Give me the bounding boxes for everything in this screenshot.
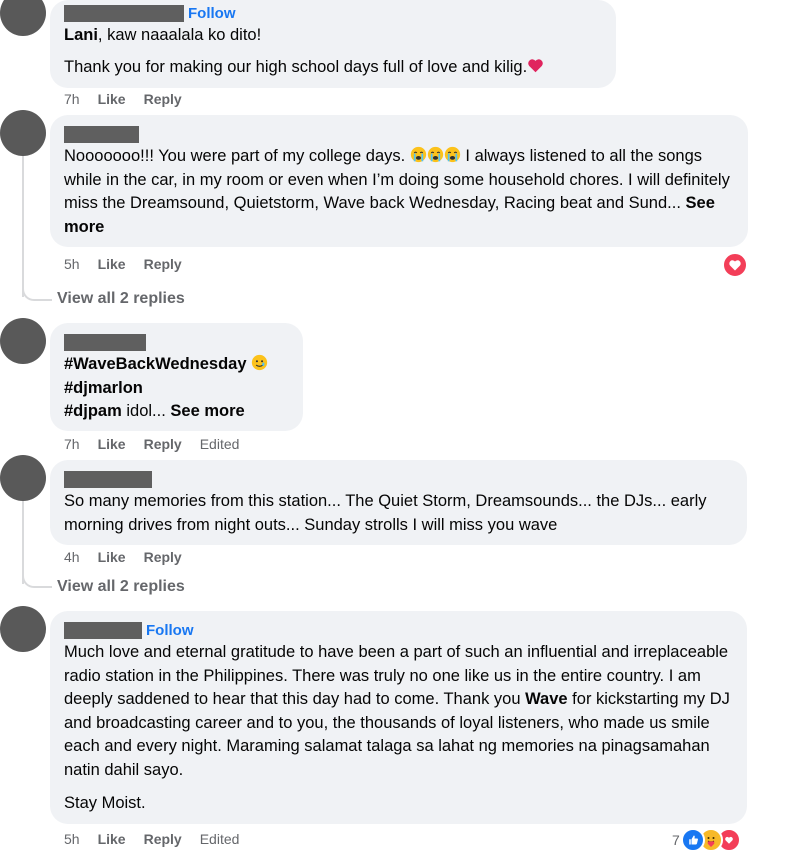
reply-button[interactable]: Reply [144, 436, 182, 452]
edited-label: Edited [199, 831, 240, 847]
view-replies-link[interactable]: View all 2 replies [57, 290, 185, 308]
view-replies-link[interactable]: View all 2 replies [57, 578, 185, 596]
comment-text: idol... [121, 402, 166, 420]
thread-connector [22, 287, 52, 301]
like-button[interactable]: Like [98, 436, 126, 452]
reaction-summary[interactable]: 7 [672, 828, 741, 852]
hashtag-link[interactable]: #WaveBackWednesday [64, 355, 247, 373]
avatar[interactable] [0, 0, 46, 36]
timestamp[interactable]: 5h [64, 831, 80, 847]
avatar[interactable] [0, 455, 46, 501]
timestamp[interactable]: 5h [64, 256, 80, 272]
comment-text-bold: Wave [525, 690, 568, 708]
mention-link[interactable]: Lani [64, 26, 98, 44]
comment-text: So many memories from this station... Th… [64, 492, 707, 534]
hashtag-link[interactable]: #djmarlon [64, 379, 143, 397]
hashtag-link[interactable]: #djpam [64, 402, 122, 420]
redacted-author-name[interactable] [64, 621, 142, 639]
crying-face-emoji [410, 146, 426, 163]
avatar[interactable] [0, 110, 46, 156]
timestamp[interactable]: 4h [64, 549, 80, 565]
thread-line [22, 500, 24, 584]
comment-bubble: Follow Much love and eternal gratitude t… [50, 611, 747, 824]
comment-meta: 5h Like Reply Edited [64, 831, 239, 847]
comment-bubble: Nooooooo!!! You were part of my college … [50, 115, 748, 247]
crying-face-emoji [427, 146, 443, 163]
crying-face-emoji [444, 146, 460, 163]
comment-meta: 4h Like Reply [64, 549, 182, 565]
redacted-author-name[interactable] [64, 4, 184, 22]
heart-emoji [528, 58, 543, 72]
comment-bubble: So many memories from this station... Th… [50, 460, 747, 545]
avatar[interactable] [0, 318, 46, 364]
redacted-author-name[interactable] [64, 470, 152, 488]
reply-button[interactable]: Reply [144, 549, 182, 565]
thread-line [22, 155, 24, 297]
tear-smile-emoji [251, 354, 268, 371]
comment-text: , kaw naaalala ko dito! [97, 26, 262, 44]
comment-text: Nooooooo!!! You were part of my college … [64, 147, 406, 165]
comment-bubble: Follow Lani, kaw naaalala ko dito! Thank… [50, 0, 616, 88]
like-button[interactable]: Like [98, 549, 126, 565]
redacted-author-name[interactable] [64, 333, 146, 351]
timestamp[interactable]: 7h [64, 91, 80, 107]
redacted-author-name[interactable] [64, 125, 139, 143]
like-button[interactable]: Like [98, 831, 126, 847]
reply-button[interactable]: Reply [144, 831, 182, 847]
follow-link[interactable]: Follow [188, 5, 236, 22]
comment-meta: 7h Like Reply [64, 91, 182, 107]
like-reaction-icon [680, 828, 705, 852]
like-button[interactable]: Like [98, 256, 126, 272]
avatar[interactable] [0, 606, 46, 652]
comment-text: Thank you for making our high school day… [64, 57, 528, 76]
comment-meta: 5h Like Reply [64, 256, 182, 272]
thread-connector [22, 574, 52, 588]
comment-meta: 7h Like Reply Edited [64, 436, 239, 452]
timestamp[interactable]: 7h [64, 436, 80, 452]
reaction-count: 7 [672, 832, 680, 848]
comment-bubble: #WaveBackWednesday #djmarlon #djpam idol… [50, 323, 303, 431]
heart-reaction-icon[interactable] [722, 252, 748, 278]
see-more-link[interactable]: See more [170, 402, 244, 420]
reply-button[interactable]: Reply [144, 91, 182, 107]
reply-button[interactable]: Reply [144, 256, 182, 272]
comment-text: Stay Moist. [64, 794, 146, 812]
follow-link[interactable]: Follow [146, 622, 194, 639]
like-button[interactable]: Like [98, 91, 126, 107]
edited-label: Edited [199, 436, 240, 452]
